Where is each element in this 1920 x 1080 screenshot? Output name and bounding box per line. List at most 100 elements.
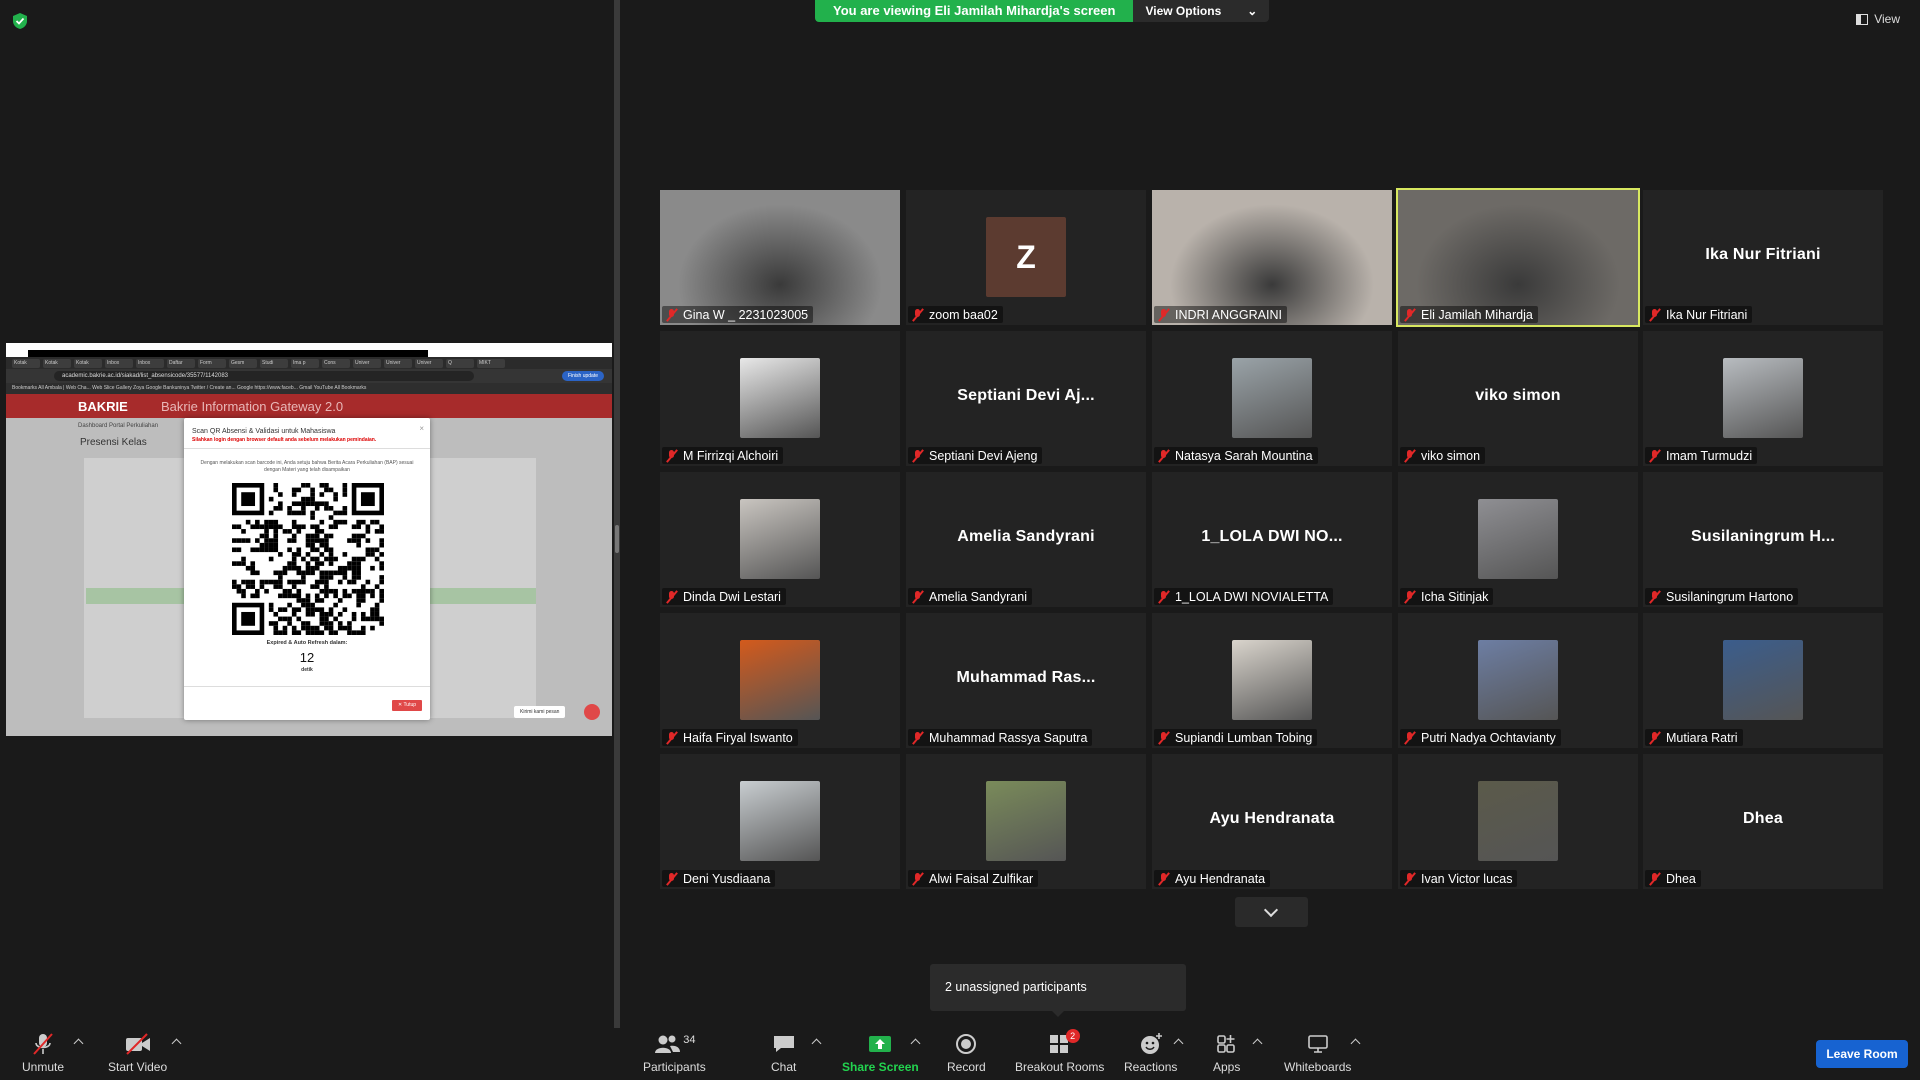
participant-display-name: Susilaningrum H... [1690, 528, 1836, 545]
muted-mic-icon [911, 731, 925, 745]
chat-bubble-icon [584, 704, 600, 720]
participant-name: Putri Nadya Ochtavianty [1421, 730, 1556, 745]
muted-mic-icon [911, 872, 925, 886]
participant-tile[interactable]: Susilaningrum H... Susilaningrum Hartono [1643, 472, 1883, 607]
view-options-label: View Options [1145, 4, 1222, 18]
split-divider[interactable] [614, 0, 620, 1028]
participant-display-name: viko simon [1475, 387, 1561, 404]
participant-tile[interactable]: Zzoom baa02 [906, 190, 1146, 325]
participant-tile[interactable]: Ayu Hendranata Ayu Hendranata [1152, 754, 1392, 889]
browser-tab: Studi [260, 359, 288, 368]
participant-tile[interactable]: Septiani Devi Aj... Septiani Devi Ajeng [906, 331, 1146, 466]
qr-modal: Scan QR Absensi & Validasi untuk Mahasis… [184, 418, 430, 720]
browser-tab: Daftar [167, 359, 195, 368]
participant-video [660, 190, 900, 325]
browser-tab: Inbox [105, 359, 133, 368]
reactions-label: Reactions [1124, 1060, 1178, 1074]
participant-avatar [1478, 781, 1558, 861]
participant-tile[interactable]: INDRI ANGGRAINI [1152, 190, 1392, 325]
participant-name-label: Susilaningrum Hartono [1645, 588, 1799, 605]
participant-tile[interactable]: Ivan Victor lucas [1398, 754, 1638, 889]
participant-name: Ika Nur Fitriani [1666, 307, 1748, 322]
browser-tab: Inbox [136, 359, 164, 368]
participant-name-label: Eli Jamilah Mihardja [1400, 306, 1538, 323]
participant-name-label: Ayu Hendranata [1154, 870, 1271, 887]
participant-tile[interactable]: Alwi Faisal Zulfikar [906, 754, 1146, 889]
start-video-button[interactable]: Start Video [108, 1032, 167, 1074]
participant-name: viko simon [1421, 448, 1481, 463]
participant-avatar [1478, 640, 1558, 720]
leave-room-button[interactable]: Leave Room [1816, 1040, 1908, 1068]
participant-tile[interactable]: Gina W _ 2231023005 [660, 190, 900, 325]
participant-tile[interactable]: Icha Sitinjak [1398, 472, 1638, 607]
participant-tile[interactable]: Eli Jamilah Mihardja [1396, 188, 1640, 327]
participant-name-label: M Firrizqi Alchoiri [662, 447, 784, 464]
participants-icon [655, 1035, 681, 1053]
site-header: BAKRIE Bakrie Information Gateway 2.0 [6, 394, 612, 418]
participant-display-name: Amelia Sandyrani [957, 528, 1095, 545]
apps-button[interactable]: Apps [1213, 1032, 1240, 1074]
next-page-button[interactable] [1235, 897, 1308, 927]
participant-avatar [1232, 640, 1312, 720]
record-button[interactable]: Record [947, 1032, 986, 1074]
participant-name: Supiandi Lumban Tobing [1175, 730, 1313, 745]
chat-options-caret[interactable] [811, 1038, 822, 1049]
audio-options-caret[interactable] [73, 1038, 84, 1049]
view-button[interactable]: View [1856, 12, 1900, 26]
participant-name-label: Muhammad Rassya Saputra [908, 729, 1093, 746]
muted-mic-icon [665, 449, 679, 463]
participant-tile[interactable]: Imam Turmudzi [1643, 331, 1883, 466]
share-screen-label: Share Screen [842, 1060, 919, 1074]
unassigned-participants-tooltip[interactable]: 2 unassigned participants [930, 964, 1186, 1017]
view-options-button[interactable]: View Options ⌄ [1133, 0, 1270, 22]
participant-tile[interactable]: Dhea Dhea [1643, 754, 1883, 889]
participant-tile[interactable]: Muhammad Ras... Muhammad Rassya Saputra [906, 613, 1146, 748]
video-options-caret[interactable] [171, 1038, 182, 1049]
whiteboards-options-caret[interactable] [1350, 1038, 1361, 1049]
participant-name-label: Amelia Sandyrani [908, 588, 1032, 605]
participant-tile[interactable]: Dinda Dwi Lestari [660, 472, 900, 607]
participant-name: Deni Yusdiaana [683, 871, 771, 886]
participant-tile[interactable]: M Firrizqi Alchoiri [660, 331, 900, 466]
participant-tile[interactable]: Mutiara Ratri [1643, 613, 1883, 748]
participant-tile[interactable]: viko simon viko simon [1398, 331, 1638, 466]
participant-name: Septiani Devi Ajeng [929, 448, 1038, 463]
participant-name-label: Dinda Dwi Lestari [662, 588, 786, 605]
apps-options-caret[interactable] [1252, 1038, 1263, 1049]
participant-tile[interactable]: 1_LOLA DWI NO... 1_LOLA DWI NOVIALETTA [1152, 472, 1392, 607]
site-logo: BAKRIE [78, 399, 128, 414]
participant-name: Icha Sitinjak [1421, 589, 1489, 604]
site-title: Bakrie Information Gateway 2.0 [161, 399, 344, 414]
divider [184, 448, 430, 449]
share-screen-button[interactable]: Share Screen [842, 1032, 919, 1074]
breakout-rooms-button[interactable]: 2 Breakout Rooms [1015, 1029, 1105, 1074]
participant-name: Eli Jamilah Mihardja [1421, 307, 1533, 322]
browser-tab: Q [446, 359, 474, 368]
participant-tile[interactable]: Supiandi Lumban Tobing [1152, 613, 1392, 748]
participant-name-label: 1_LOLA DWI NOVIALETTA [1154, 588, 1334, 605]
site-page-heading: Presensi Kelas [80, 437, 147, 448]
participant-tile[interactable]: Deni Yusdiaana [660, 754, 900, 889]
whiteboards-button[interactable]: Whiteboards [1284, 1032, 1351, 1074]
qr-code-image [232, 483, 384, 635]
muted-mic-icon [665, 308, 679, 322]
participant-tile[interactable]: Haifa Firyal Iswanto [660, 613, 900, 748]
participant-name: Ivan Victor lucas [1421, 871, 1513, 886]
browser-tab: Form [198, 359, 226, 368]
participant-tile[interactable]: Amelia Sandyrani Amelia Sandyrani [906, 472, 1146, 607]
chat-button[interactable]: Chat [771, 1032, 796, 1074]
unmute-button[interactable]: Unmute [22, 1032, 64, 1074]
participant-tile[interactable]: Ika Nur Fitriani Ika Nur Fitriani [1643, 190, 1883, 325]
participant-tile[interactable]: Natasya Sarah Mountina [1152, 331, 1392, 466]
participant-avatar: Z [986, 217, 1066, 297]
expired-label: Expired & Auto Refresh dalam: [266, 640, 348, 646]
participant-tile[interactable]: Putri Nadya Ochtavianty [1398, 613, 1638, 748]
participant-name: Dhea [1666, 871, 1696, 886]
breakout-rooms-label: Breakout Rooms [1015, 1060, 1105, 1074]
security-shield-icon[interactable] [12, 12, 28, 30]
participant-name-label: zoom baa02 [908, 306, 1003, 323]
participants-button[interactable]: 34 Participants [643, 1032, 706, 1074]
participants-count: 34 [683, 1034, 696, 1046]
reactions-button[interactable]: Reactions [1124, 1032, 1177, 1074]
whiteboards-label: Whiteboards [1284, 1060, 1352, 1074]
